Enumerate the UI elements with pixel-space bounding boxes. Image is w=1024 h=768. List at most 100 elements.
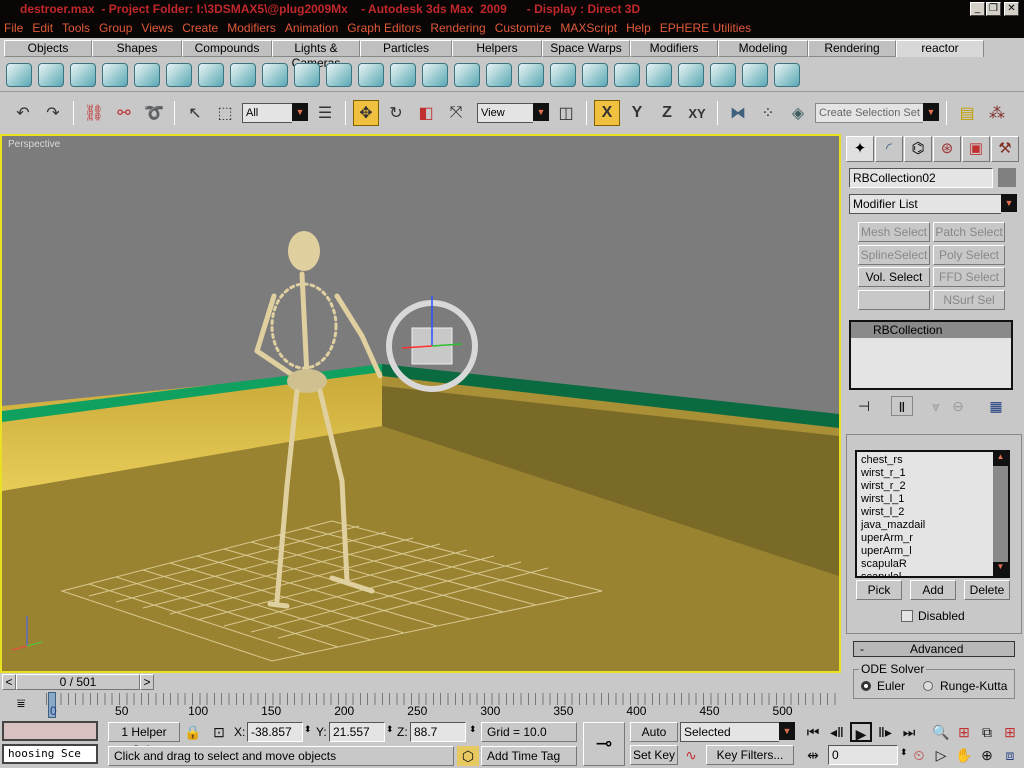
euler-radio[interactable] [861, 681, 871, 691]
y-spinner-icon[interactable]: ⬍ [386, 724, 394, 735]
menu-animation[interactable]: Animation [285, 21, 338, 35]
prev-frame-button[interactable]: < [2, 674, 16, 690]
modifier-stack[interactable]: RBCollection [849, 320, 1013, 390]
hierarchy-panel-icon[interactable]: ⌬ [904, 136, 932, 162]
spring-coil-icon[interactable] [614, 62, 640, 87]
y-coordinate-field[interactable]: 21.557 [329, 722, 385, 742]
plane-icon[interactable] [166, 62, 192, 87]
tab-particles[interactable]: Particles [360, 40, 452, 57]
play-icon[interactable]: ▶ [850, 722, 872, 742]
tab-modeling[interactable]: Modeling [718, 40, 808, 57]
rigid-body-item[interactable]: wirst_l_1 [861, 493, 1004, 506]
track-bar[interactable]: ⩸ 0 50 100 150 200 250 300 350 400 450 500 [0, 691, 841, 719]
bind-space-warp-icon[interactable]: ➰ [141, 100, 167, 126]
utilities-panel-icon[interactable]: ⚒ [991, 136, 1019, 162]
go-to-start-icon[interactable]: ⏮ [802, 722, 824, 742]
add-time-tag-button[interactable]: Add Time Tag [481, 746, 577, 766]
time-configuration-icon[interactable]: ⏲ [908, 745, 930, 765]
maximize-viewport-icon[interactable]: ⧈ [999, 745, 1021, 765]
pick-button[interactable]: Pick [856, 580, 902, 600]
z-coordinate-field[interactable]: 88.7 [410, 722, 466, 742]
rectangular-selection-icon[interactable]: ⬚ [212, 100, 238, 126]
rotate-icon[interactable]: ↻ [383, 100, 409, 126]
rigid-body-item[interactable]: wirst_r_1 [861, 467, 1004, 480]
reference-coordinate-dropdown[interactable]: View ▼ [477, 103, 549, 123]
maximize-button[interactable]: ❐ [986, 2, 1001, 16]
spline-select-button[interactable]: SplineSelect [858, 245, 930, 265]
menu-help[interactable]: Help [626, 21, 651, 35]
menu-graph-editors[interactable]: Graph Editors [347, 21, 421, 35]
water-icon[interactable] [454, 62, 480, 87]
arc-rotate-icon[interactable]: ⊕ [976, 745, 998, 765]
undo-icon[interactable]: ↶ [10, 100, 36, 126]
rigid-body-item[interactable]: scapulaR [861, 558, 1004, 571]
gear-icon[interactable] [742, 62, 768, 87]
rigid-body-collection-icon[interactable] [6, 62, 32, 87]
rigid-body-item[interactable]: wirst_l_2 [861, 506, 1004, 519]
constraint-solver-icon[interactable] [486, 62, 512, 87]
menu-customize[interactable]: Customize [495, 21, 552, 35]
axis-z-button[interactable]: Z [654, 100, 680, 126]
viewport-label[interactable]: Perspective [8, 139, 60, 150]
menu-file[interactable]: File [4, 21, 23, 35]
close-button[interactable]: ✕ [1004, 2, 1019, 16]
move-icon[interactable]: ✥ [353, 100, 379, 126]
ragdoll-icon[interactable] [326, 62, 352, 87]
motion-panel-icon[interactable]: ⊛ [933, 136, 961, 162]
bullet-icon[interactable] [646, 62, 672, 87]
x-spinner-icon[interactable]: ⬍ [304, 724, 312, 735]
zoom-extents-all-icon[interactable]: ⊞ [999, 722, 1021, 742]
layer-manager-icon[interactable]: ▤ [954, 100, 980, 126]
minimize-button[interactable]: _ [970, 2, 985, 16]
menu-maxscript[interactable]: MAXScript [560, 21, 617, 35]
rigid-body-item[interactable]: wirst_r_2 [861, 480, 1004, 493]
wheel-icon[interactable] [678, 62, 704, 87]
wind-icon[interactable] [582, 62, 608, 87]
menu-modifiers[interactable]: Modifiers [227, 21, 276, 35]
soft-body-collection-icon[interactable] [70, 62, 96, 87]
select-object-icon[interactable]: ↖ [182, 100, 208, 126]
axis-y-button[interactable]: Y [624, 100, 650, 126]
menu-ephere-utilities[interactable]: EPHERE Utilities [660, 21, 751, 35]
create-panel-icon[interactable]: ✦ [846, 136, 874, 162]
link-icon[interactable]: ⛓ [81, 100, 107, 126]
tab-helpers[interactable]: Helpers [452, 40, 542, 57]
vol-select-button[interactable]: Vol. Select [858, 267, 930, 287]
redo-icon[interactable]: ↷ [40, 100, 66, 126]
unlink-icon[interactable]: ⚯ [111, 100, 137, 126]
menu-create[interactable]: Create [182, 21, 218, 35]
auto-key-button[interactable]: Auto Key [630, 722, 678, 757]
rigid-body-item[interactable]: uperArm_l [861, 545, 1004, 558]
scale-icon[interactable]: ◧ [413, 100, 439, 126]
tab-space-warps[interactable]: Space Warps [542, 40, 630, 57]
configure-modifier-sets-icon[interactable]: ▦ [985, 396, 1007, 416]
key-filters-button[interactable]: Key Filters... [706, 745, 794, 765]
lock-selection-icon[interactable]: 🔒 [182, 722, 204, 742]
advanced-rollout-header[interactable]: - Advanced [853, 641, 1015, 657]
material-editor-icon[interactable]: ⁂ [984, 100, 1010, 126]
tab-lights-cameras[interactable]: Lights & Cameras [272, 40, 360, 70]
tab-reactor[interactable]: reactor [896, 40, 984, 57]
pin-stack-icon[interactable]: ⊣ [853, 396, 875, 416]
align-icon[interactable]: ◈ [785, 100, 811, 126]
default-in-out-key-icon[interactable]: ⊸ [583, 722, 625, 766]
manipulate-icon[interactable]: ⤧ [443, 100, 469, 126]
toy-car-icon[interactable] [518, 62, 544, 87]
axis-x-button[interactable]: X [594, 100, 620, 126]
object-name-field[interactable]: RBCollection02 [849, 168, 993, 188]
rigid-body-item[interactable]: scapulal [861, 571, 1004, 576]
modifier-list-dropdown[interactable]: Modifier List ▼ [849, 194, 1017, 214]
show-end-result-icon[interactable]: Ⅱ [891, 396, 913, 416]
zoom-icon[interactable]: 🔍 [930, 722, 952, 742]
mesh-select-button[interactable]: Mesh Select [858, 222, 930, 242]
time-slider-thumb[interactable]: 0 / 501 [16, 674, 140, 690]
rigid-body-item[interactable]: uperArm_r [861, 532, 1004, 545]
next-frame-button[interactable]: > [140, 674, 154, 690]
scroll-down-icon[interactable]: ▼ [993, 562, 1008, 576]
mirror-icon[interactable]: ⧓ [725, 100, 751, 126]
deforming-mesh-icon[interactable] [134, 62, 160, 87]
go-to-end-icon[interactable]: ⏭ [898, 722, 920, 742]
spring-icon[interactable] [198, 62, 224, 87]
poly-select-button[interactable]: Poly Select [933, 245, 1005, 265]
tab-objects[interactable]: Objects [4, 40, 92, 57]
